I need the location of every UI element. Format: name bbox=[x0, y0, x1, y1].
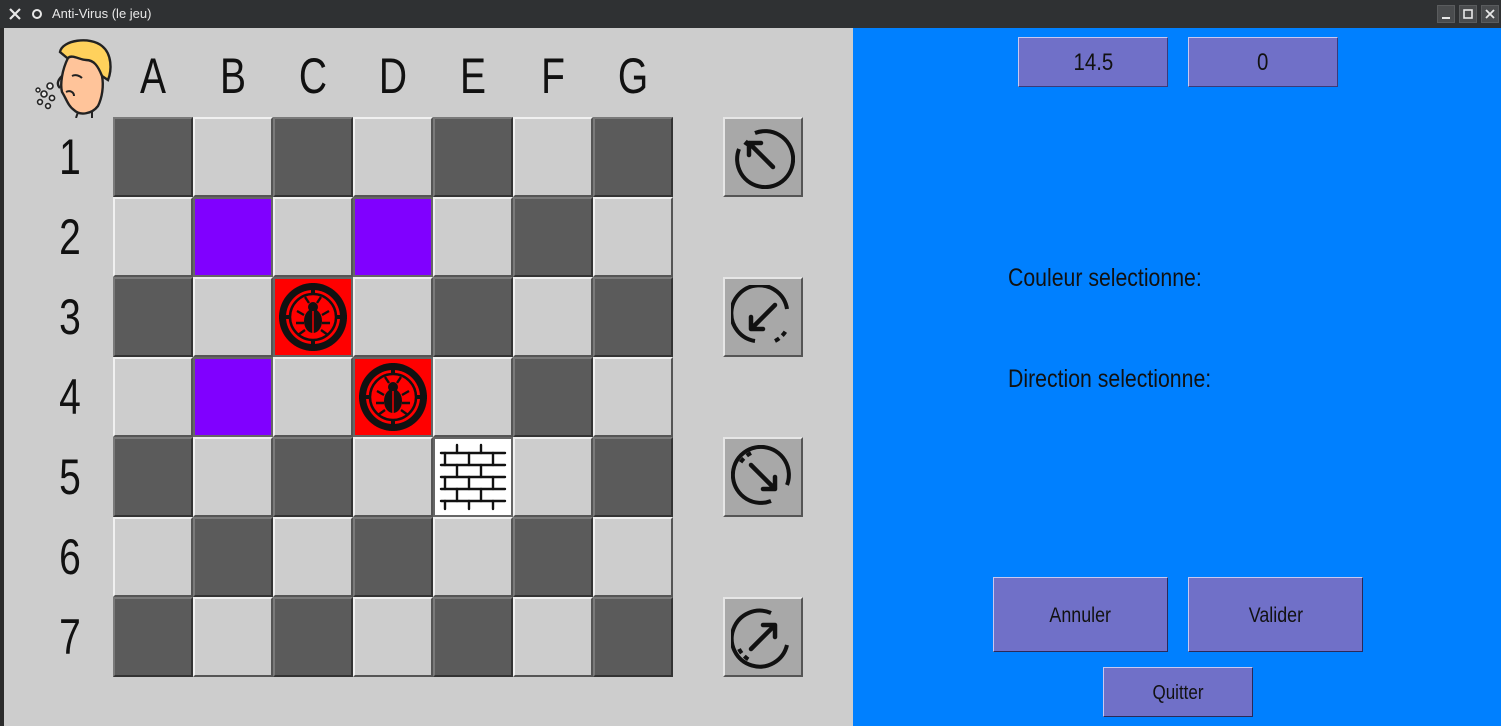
column-label-f: F bbox=[541, 48, 565, 104]
arrow-up-right-icon bbox=[731, 608, 789, 669]
sneezing-person-icon bbox=[35, 39, 112, 118]
board-cell-g3[interactable] bbox=[593, 277, 673, 357]
board-cell-b7[interactable] bbox=[193, 597, 273, 677]
board-cell-a6[interactable] bbox=[113, 517, 193, 597]
row-label-2: 2 bbox=[59, 209, 81, 265]
window-title: Anti-Virus (le jeu) bbox=[52, 6, 152, 21]
quit-button[interactable]: Quitter bbox=[1103, 667, 1253, 717]
direction-up-left-button[interactable] bbox=[723, 117, 803, 197]
board-cell-e3[interactable] bbox=[433, 277, 513, 357]
validate-button[interactable]: Valider bbox=[1188, 577, 1363, 652]
board-cell-d3[interactable] bbox=[353, 277, 433, 357]
board-cell-f6[interactable] bbox=[513, 517, 593, 597]
maximize-icon bbox=[1463, 9, 1473, 19]
board-cell-a5[interactable] bbox=[113, 437, 193, 517]
board-cell-c2[interactable] bbox=[273, 197, 353, 277]
board-cell-c5[interactable] bbox=[273, 437, 353, 517]
board-cell-g2[interactable] bbox=[593, 197, 673, 277]
direction-down-left-button[interactable] bbox=[723, 277, 803, 357]
maximize-button[interactable] bbox=[1459, 5, 1477, 23]
board-cell-g5[interactable] bbox=[593, 437, 673, 517]
bug-icon bbox=[279, 283, 347, 351]
cancel-button[interactable]: Annuler bbox=[993, 577, 1168, 652]
board-cell-c7[interactable] bbox=[273, 597, 353, 677]
board-cell-c1[interactable] bbox=[273, 117, 353, 197]
board-cell-a2[interactable] bbox=[113, 197, 193, 277]
board-cell-c6[interactable] bbox=[273, 517, 353, 597]
moves-value: 0 bbox=[1257, 49, 1269, 76]
row-label-4: 4 bbox=[59, 369, 81, 425]
column-label-e: E bbox=[459, 48, 487, 104]
selected-direction-label: Direction selectionne: bbox=[1008, 365, 1212, 393]
board-cell-b1[interactable] bbox=[193, 117, 273, 197]
board-cell-e6[interactable] bbox=[433, 517, 513, 597]
column-label-c: C bbox=[298, 48, 328, 104]
board-cell-e7[interactable] bbox=[433, 597, 513, 677]
board-cell-e1[interactable] bbox=[433, 117, 513, 197]
cancel-button-label: Annuler bbox=[1049, 604, 1112, 627]
arrow-down-right-icon bbox=[731, 445, 791, 505]
row-label-6: 6 bbox=[59, 529, 81, 585]
row-label-7: 7 bbox=[59, 609, 81, 665]
column-label-g: G bbox=[617, 48, 649, 104]
board-cell-a7[interactable] bbox=[113, 597, 193, 677]
selected-color-label: Couleur selectionne: bbox=[1008, 264, 1202, 292]
board-cell-b2[interactable] bbox=[193, 197, 273, 277]
window-menu-icon[interactable] bbox=[28, 5, 46, 23]
board-cell-b3[interactable] bbox=[193, 277, 273, 357]
minimize-icon bbox=[1442, 17, 1450, 19]
timer-value: 14.5 bbox=[1073, 49, 1113, 76]
board-cell-f4[interactable] bbox=[513, 357, 593, 437]
board-cell-b4[interactable] bbox=[193, 357, 273, 437]
board-cell-e4[interactable] bbox=[433, 357, 513, 437]
column-label-b: B bbox=[219, 48, 247, 104]
board-cell-f7[interactable] bbox=[513, 597, 593, 677]
board-cell-d5[interactable] bbox=[353, 437, 433, 517]
board-cell-a3[interactable] bbox=[113, 277, 193, 357]
board-cell-b5[interactable] bbox=[193, 437, 273, 517]
board-cell-b6[interactable] bbox=[193, 517, 273, 597]
direction-down-right-button[interactable] bbox=[723, 437, 803, 517]
board-cell-f5[interactable] bbox=[513, 437, 593, 517]
board-cell-a1[interactable] bbox=[113, 117, 193, 197]
close-icon[interactable] bbox=[6, 5, 24, 23]
board-cell-f2[interactable] bbox=[513, 197, 593, 277]
board-cell-d4[interactable] bbox=[353, 357, 433, 437]
board-cell-d1[interactable] bbox=[353, 117, 433, 197]
board-cell-g4[interactable] bbox=[593, 357, 673, 437]
row-label-5: 5 bbox=[59, 449, 81, 505]
board-cell-d2[interactable] bbox=[353, 197, 433, 277]
minimize-button[interactable] bbox=[1437, 5, 1455, 23]
bug-icon bbox=[359, 363, 427, 431]
direction-up-right-button[interactable] bbox=[723, 597, 803, 677]
board-cell-g6[interactable] bbox=[593, 517, 673, 597]
board-cell-e5[interactable] bbox=[433, 437, 513, 517]
moves-display: 0 bbox=[1188, 37, 1338, 87]
board-cell-c3[interactable] bbox=[273, 277, 353, 357]
window-titlebar: Anti-Virus (le jeu) bbox=[0, 0, 1501, 28]
board-cell-f3[interactable] bbox=[513, 277, 593, 357]
board-cell-g1[interactable] bbox=[593, 117, 673, 197]
board-cell-e2[interactable] bbox=[433, 197, 513, 277]
row-label-3: 3 bbox=[59, 289, 81, 345]
board-cell-d7[interactable] bbox=[353, 597, 433, 677]
board-cell-c4[interactable] bbox=[273, 357, 353, 437]
column-label-a: A bbox=[139, 48, 167, 104]
arrow-up-left-icon bbox=[735, 129, 795, 189]
board-cell-f1[interactable] bbox=[513, 117, 593, 197]
board-cell-d6[interactable] bbox=[353, 517, 433, 597]
brick-wall-icon bbox=[439, 443, 507, 511]
board-cell-a4[interactable] bbox=[113, 357, 193, 437]
board-cell-g7[interactable] bbox=[593, 597, 673, 677]
validate-button-label: Valider bbox=[1248, 604, 1303, 627]
quit-button-label: Quitter bbox=[1152, 682, 1204, 704]
timer-display: 14.5 bbox=[1018, 37, 1168, 87]
arrow-down-left-icon bbox=[731, 285, 789, 343]
close-window-icon bbox=[1485, 9, 1495, 19]
column-label-d: D bbox=[378, 48, 408, 104]
close-window-button[interactable] bbox=[1481, 5, 1499, 23]
row-label-1: 1 bbox=[59, 129, 81, 185]
